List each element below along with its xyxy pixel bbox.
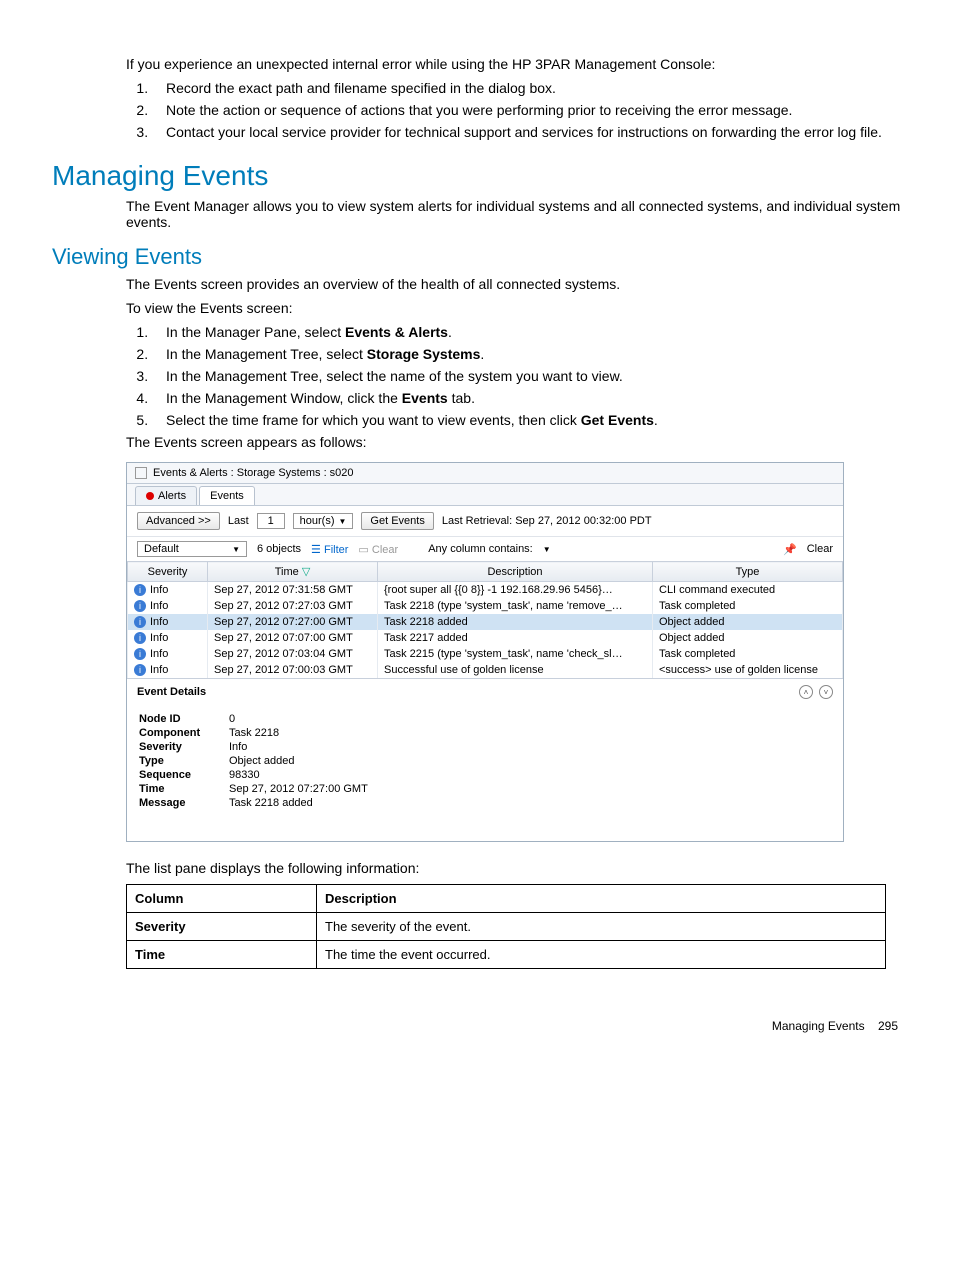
anycol-label: Any column contains: xyxy=(428,543,533,555)
info-icon: i xyxy=(134,632,146,644)
last-input[interactable]: 1 xyxy=(257,513,285,529)
filter-link[interactable]: ☰ Filter xyxy=(311,543,348,556)
pin-icon[interactable]: 📌 xyxy=(783,543,797,556)
details-header: Event Details ˄ ˅ xyxy=(127,678,843,705)
chevron-down-icon[interactable]: ▼ xyxy=(543,545,551,554)
page-number: 295 xyxy=(878,1019,898,1033)
paragraph: To view the Events screen: xyxy=(126,300,902,316)
info-icon: i xyxy=(134,648,146,660)
paragraph: The Event Manager allows you to view sys… xyxy=(126,198,902,230)
list-item: Select the time frame for which you want… xyxy=(152,412,902,428)
table-row: Time The time the event occurred. xyxy=(127,941,886,969)
paragraph: The Events screen provides an overview o… xyxy=(126,276,902,292)
list-item: Contact your local service provider for … xyxy=(152,124,902,140)
table-row[interactable]: iInfoSep 27, 2012 07:27:00 GMTTask 2218 … xyxy=(128,614,843,630)
th-description: Description xyxy=(317,885,886,913)
chevron-down-icon: ▼ xyxy=(338,517,346,526)
info-icon: i xyxy=(134,664,146,676)
window-title: Events & Alerts : Storage Systems : s020 xyxy=(153,467,354,479)
steps-list: In the Manager Pane, select Events & Ale… xyxy=(126,324,902,428)
list-item: Record the exact path and filename speci… xyxy=(152,80,902,96)
table-row[interactable]: iInfoSep 27, 2012 07:00:03 GMTSuccessful… xyxy=(128,662,843,678)
footer-label: Managing Events xyxy=(772,1019,865,1033)
sort-desc-icon: ▽ xyxy=(302,566,310,578)
table-row[interactable]: iInfoSep 27, 2012 07:03:04 GMTTask 2215 … xyxy=(128,646,843,662)
info-icon: i xyxy=(134,600,146,612)
col-description[interactable]: Description xyxy=(378,562,653,582)
detail-row: ComponentTask 2218 xyxy=(139,727,831,739)
list-item: In the Management Window, click the Even… xyxy=(152,390,902,406)
window-icon xyxy=(135,467,147,479)
page-footer: Managing Events 295 xyxy=(52,1019,902,1033)
titlebar: Events & Alerts : Storage Systems : s020 xyxy=(127,463,843,484)
info-icon: i xyxy=(134,584,146,596)
detail-row: Sequence98330 xyxy=(139,769,831,781)
intro-list: Record the exact path and filename speci… xyxy=(126,80,902,140)
paragraph: The list pane displays the following inf… xyxy=(126,860,902,876)
column-description-table: Column Description Severity The severity… xyxy=(126,884,886,969)
object-count: 6 objects xyxy=(257,543,301,555)
tab-events[interactable]: Events xyxy=(199,486,255,505)
list-item: In the Manager Pane, select Events & Ale… xyxy=(152,324,902,340)
detail-row: MessageTask 2218 added xyxy=(139,797,831,809)
get-events-button[interactable]: Get Events xyxy=(361,512,433,530)
col-time[interactable]: Time ▽ xyxy=(208,562,378,582)
h1-managing-events: Managing Events xyxy=(52,160,902,192)
unit-select[interactable]: hour(s)▼ xyxy=(293,513,354,529)
list-item: In the Management Tree, select the name … xyxy=(152,368,902,384)
toolbar-filter: Default▼ 6 objects ☰ Filter ▭ Clear Any … xyxy=(127,536,843,561)
last-label: Last xyxy=(228,515,249,527)
table-row[interactable]: iInfoSep 27, 2012 07:27:03 GMTTask 2218 … xyxy=(128,598,843,614)
list-item: In the Management Tree, select Storage S… xyxy=(152,346,902,362)
intro-lead: If you experience an unexpected internal… xyxy=(126,56,902,72)
toolbar-query: Advanced >> Last 1 hour(s)▼ Get Events L… xyxy=(127,505,843,536)
last-retrieval: Last Retrieval: Sep 27, 2012 00:32:00 PD… xyxy=(442,515,652,527)
h2-viewing-events: Viewing Events xyxy=(52,244,902,270)
list-item: Note the action or sequence of actions t… xyxy=(152,102,902,118)
eraser-icon: ▭ xyxy=(358,544,368,556)
detail-row: TypeObject added xyxy=(139,755,831,767)
table-row: Severity The severity of the event. xyxy=(127,913,886,941)
details-title: Event Details xyxy=(137,686,206,698)
tabs: Alerts Events xyxy=(127,486,843,505)
col-severity[interactable]: Severity xyxy=(128,562,208,582)
col-type[interactable]: Type xyxy=(653,562,843,582)
filter-icon: ☰ xyxy=(311,544,321,556)
collapse-up-icon[interactable]: ˄ xyxy=(799,685,813,699)
expand-down-icon[interactable]: ˅ xyxy=(819,685,833,699)
detail-row: SeverityInfo xyxy=(139,741,831,753)
events-screen: Events & Alerts : Storage Systems : s020… xyxy=(126,462,844,842)
alert-icon xyxy=(146,492,154,500)
th-column: Column xyxy=(127,885,317,913)
clear-search[interactable]: Clear xyxy=(807,543,833,555)
details-body: Node ID0 ComponentTask 2218 SeverityInfo Ty… xyxy=(127,705,843,841)
detail-row: Node ID0 xyxy=(139,713,831,725)
table-row[interactable]: iInfoSep 27, 2012 07:07:00 GMTTask 2217 … xyxy=(128,630,843,646)
events-table: Severity Time ▽ Description Type iInfoSe… xyxy=(127,561,843,678)
tab-alerts[interactable]: Alerts xyxy=(135,486,197,505)
chevron-down-icon: ▼ xyxy=(232,545,240,554)
paragraph: The Events screen appears as follows: xyxy=(126,434,902,450)
table-row[interactable]: iInfoSep 27, 2012 07:31:58 GMT{root supe… xyxy=(128,582,843,599)
detail-row: TimeSep 27, 2012 07:27:00 GMT xyxy=(139,783,831,795)
info-icon: i xyxy=(134,616,146,628)
advanced-button[interactable]: Advanced >> xyxy=(137,512,220,530)
clear-link[interactable]: ▭ Clear xyxy=(358,543,398,556)
view-select[interactable]: Default▼ xyxy=(137,541,247,557)
